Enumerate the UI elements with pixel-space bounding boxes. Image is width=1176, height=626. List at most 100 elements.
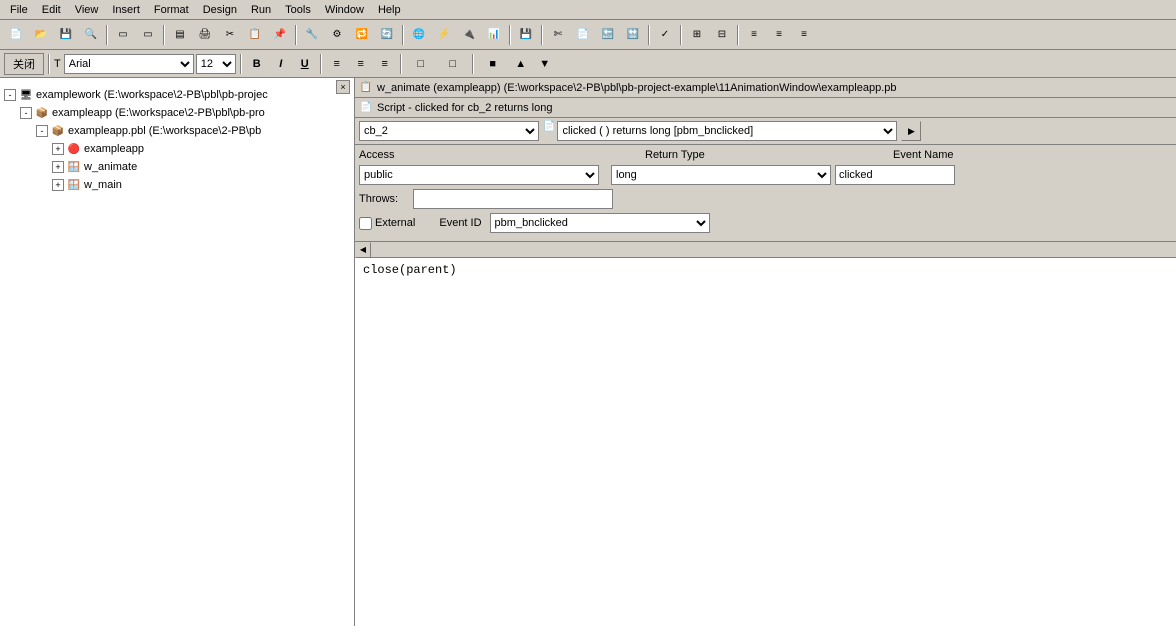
toolbar-btn-7[interactable]: ▤	[168, 24, 192, 46]
event-id-select[interactable]: pbm_bnclicked	[490, 213, 710, 233]
code-line-1: close(parent)	[363, 262, 1168, 279]
tree-expand-library[interactable]: -	[36, 125, 48, 137]
tree-item-target[interactable]: - 📦 exampleapp (E:\workspace\2-PB\pbl\pb…	[20, 104, 350, 122]
menu-run[interactable]: Run	[245, 2, 277, 18]
tree-item-library[interactable]: - 📦 exampleapp.pbl (E:\workspace\2-PB\pb	[36, 122, 350, 140]
toolbar-btn-13[interactable]: ⚙	[325, 24, 349, 46]
menu-view[interactable]: View	[69, 2, 105, 18]
toolbar-sep-4	[402, 25, 404, 45]
format-sep-3	[320, 54, 322, 74]
toolbar-btn-23[interactable]: 🔙	[596, 24, 620, 46]
menu-window[interactable]: Window	[319, 2, 370, 18]
menu-edit[interactable]: Edit	[36, 2, 67, 18]
toolbar-btn-8[interactable]: 🖨	[193, 24, 217, 46]
toolbar-btn-24[interactable]: 🔛	[621, 24, 645, 46]
tree-close-button[interactable]: ×	[336, 80, 350, 94]
menu-design[interactable]: Design	[197, 2, 243, 18]
tree-expand-target[interactable]: -	[20, 107, 32, 119]
menu-help[interactable]: Help	[372, 2, 407, 18]
external-label: External	[375, 217, 415, 229]
format-sep-5	[472, 54, 474, 74]
menu-file[interactable]: File	[4, 2, 34, 18]
w-animate-icon: 🪟	[66, 159, 82, 175]
underline-button[interactable]: U	[294, 54, 316, 74]
tree-item-w-animate[interactable]: + 🪟 w_animate	[52, 158, 350, 176]
target-icon: 📦	[34, 105, 50, 121]
toolbar-preview[interactable]: 🔍	[79, 24, 103, 46]
toolbar-btn-29[interactable]: ≡	[767, 24, 791, 46]
main-layout: × - 🖥 examplework (E:\workspace\2-PB\pbl…	[0, 78, 1176, 626]
tree-expand-workspace[interactable]: -	[4, 89, 16, 101]
access-label: Access	[359, 149, 409, 161]
toolbar-open[interactable]: 📂	[29, 24, 53, 46]
event-extra-button[interactable]: ▶	[901, 121, 921, 141]
toolbar-btn-20[interactable]: 💾	[514, 24, 538, 46]
toolbar-btn-26[interactable]: ⊞	[685, 24, 709, 46]
external-checkbox[interactable]	[359, 217, 372, 230]
throws-row: Throws:	[359, 189, 1172, 209]
external-row: External Event ID pbm_bnclicked	[359, 213, 1172, 233]
font-select[interactable]: Arial	[64, 54, 194, 74]
toolbar-btn-6[interactable]: ▭	[136, 24, 160, 46]
close-button[interactable]: 关闭	[4, 53, 44, 75]
toolbar-btn-5[interactable]: ▭	[111, 24, 135, 46]
toolbar-btn-18[interactable]: 🔌	[457, 24, 481, 46]
toolbar-btn-9[interactable]: ✂	[218, 24, 242, 46]
toolbar-btn-12[interactable]: 🔧	[300, 24, 324, 46]
tree-expand-w-animate[interactable]: +	[52, 161, 64, 173]
font-size-select[interactable]: 12	[196, 54, 236, 74]
tree-expand-exampleapp[interactable]: +	[52, 143, 64, 155]
w-main-label: w_main	[84, 179, 122, 191]
tree-item-workspace[interactable]: - 🖥 examplework (E:\workspace\2-PB\pbl\p…	[4, 86, 350, 104]
menu-tools[interactable]: Tools	[279, 2, 317, 18]
tree-item-exampleapp[interactable]: + 🔴 exampleapp	[52, 140, 350, 158]
menu-insert[interactable]: Insert	[106, 2, 146, 18]
toolbar-btn-11[interactable]: 📌	[268, 24, 292, 46]
toolbar-btn-21[interactable]: ✄	[546, 24, 570, 46]
event-dropdown[interactable]: clicked ( ) returns long [pbm_bnclicked]	[557, 121, 897, 141]
object-dropdown[interactable]: cb_2	[359, 121, 539, 141]
scroll-left-button[interactable]: ◀	[355, 242, 371, 258]
toolbar-btn-28[interactable]: ≡	[742, 24, 766, 46]
format-extra-5[interactable]: ▼	[534, 54, 556, 74]
bold-button[interactable]: B	[246, 54, 268, 74]
toolbar-btn-22[interactable]: 📄	[571, 24, 595, 46]
tree-item-w-main[interactable]: + 🪟 w_main	[52, 176, 350, 194]
format-extra-3[interactable]: ■	[478, 54, 508, 74]
tree-panel: × - 🖥 examplework (E:\workspace\2-PB\pbl…	[0, 78, 355, 626]
w-animate-label: w_animate	[84, 161, 137, 173]
access-select[interactable]: public	[359, 165, 599, 185]
format-extra-1[interactable]: □	[406, 54, 436, 74]
tree-expand-w-main[interactable]: +	[52, 179, 64, 191]
window-title-bar: 📋 w_animate (exampleapp) (E:\workspace\2…	[355, 78, 1176, 98]
t-icon: T	[54, 58, 61, 70]
toolbar-btn-14[interactable]: 🔁	[350, 24, 374, 46]
toolbar-btn-25[interactable]: ✓	[653, 24, 677, 46]
script-title-icon: 📄	[359, 101, 373, 115]
code-editor[interactable]: close(parent)	[355, 258, 1176, 626]
align-right-button[interactable]: ≡	[374, 54, 396, 74]
italic-button[interactable]: I	[270, 54, 292, 74]
align-center-button[interactable]: ≡	[350, 54, 372, 74]
toolbar-new[interactable]: 📄	[4, 24, 28, 46]
toolbar-btn-10[interactable]: 📋	[243, 24, 267, 46]
toolbar-btn-30[interactable]: ≡	[792, 24, 816, 46]
format-extra-2[interactable]: □	[438, 54, 468, 74]
toolbar-btn-19[interactable]: 📊	[482, 24, 506, 46]
return-type-select[interactable]: long	[611, 165, 831, 185]
throws-input[interactable]	[413, 189, 613, 209]
menu-format[interactable]: Format	[148, 2, 195, 18]
menu-bar: File Edit View Insert Format Design Run …	[0, 0, 1176, 20]
align-left-button[interactable]: ≡	[326, 54, 348, 74]
target-label: exampleapp (E:\workspace\2-PB\pbl\pb-pro	[52, 107, 265, 119]
toolbar-sep-7	[648, 25, 650, 45]
toolbar-btn-15[interactable]: 🔄	[375, 24, 399, 46]
toolbar-btn-17[interactable]: ⚡	[432, 24, 456, 46]
dropdowns-row: cb_2 📄 clicked ( ) returns long [pbm_bnc…	[355, 118, 1176, 145]
toolbar-btn-16[interactable]: 🌐	[407, 24, 431, 46]
format-extra-4[interactable]: ▲	[510, 54, 532, 74]
event-name-field[interactable]	[835, 165, 955, 185]
toolbar-btn-27[interactable]: ⊟	[710, 24, 734, 46]
toolbar-save[interactable]: 💾	[54, 24, 78, 46]
format-toolbar: 关闭 T Arial 12 B I U ≡ ≡ ≡ □ □ ■ ▲ ▼	[0, 50, 1176, 78]
